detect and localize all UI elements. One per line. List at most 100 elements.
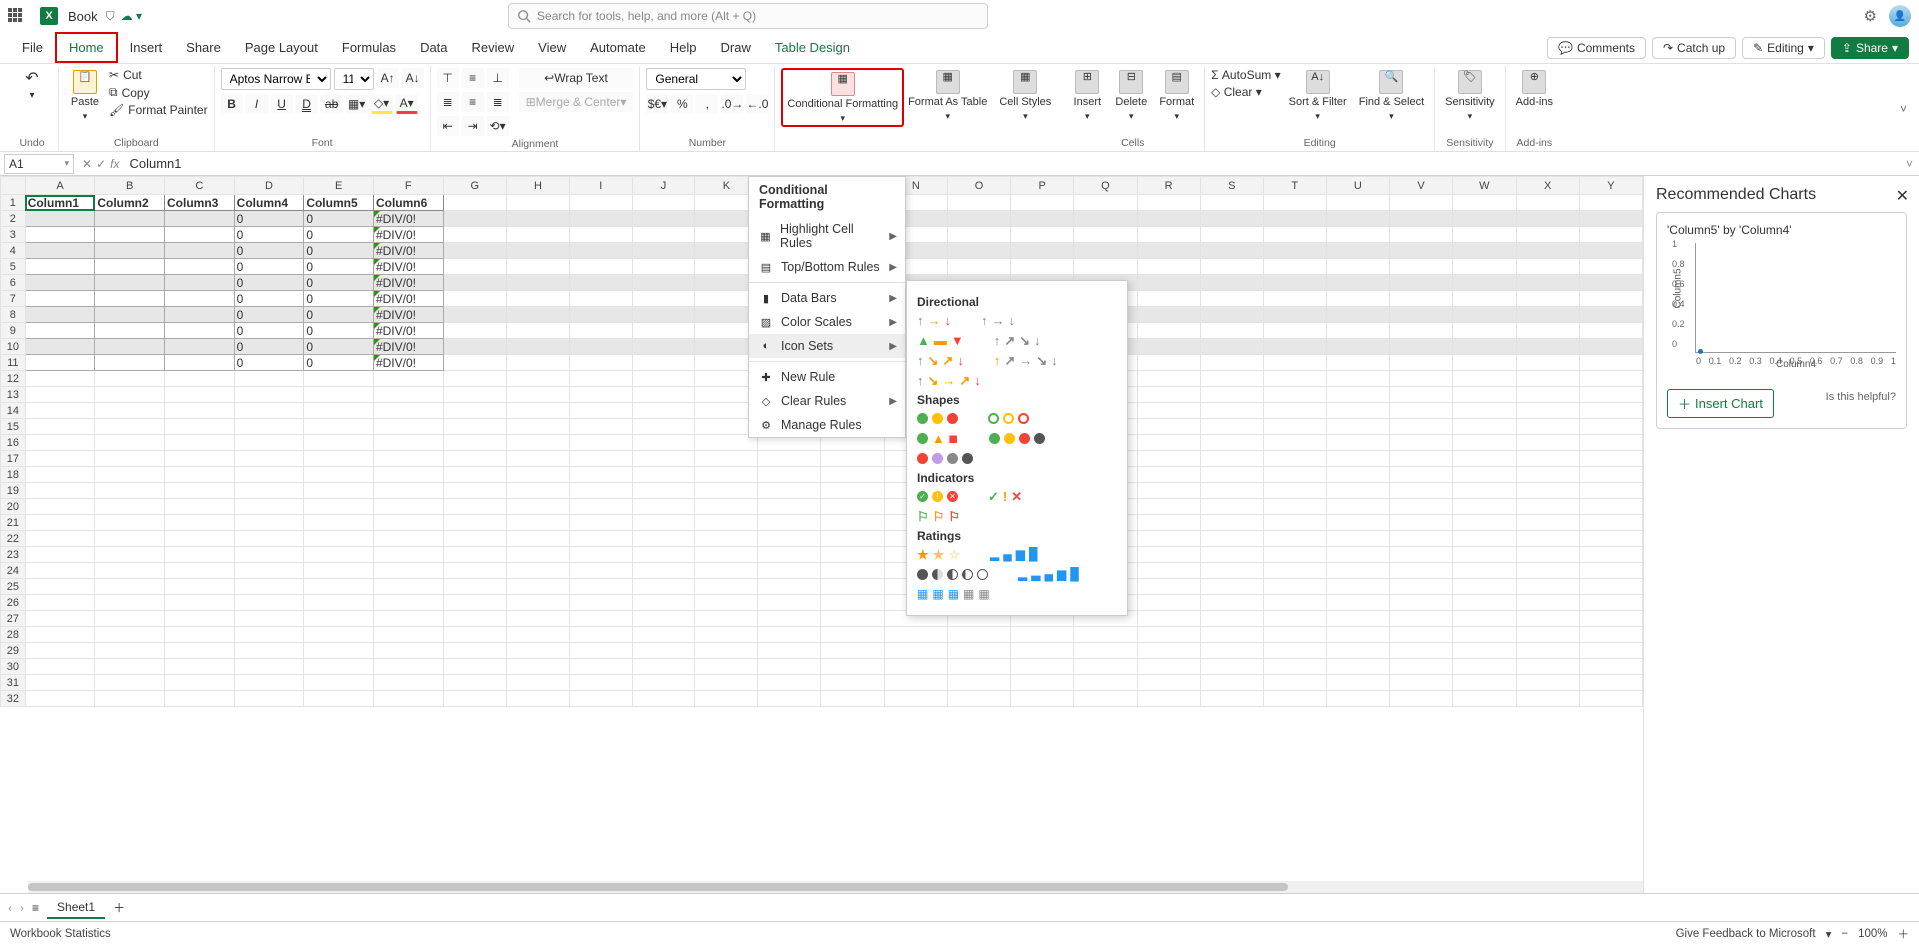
- catchup-button[interactable]: ↷ Catch up: [1652, 37, 1736, 59]
- cell[interactable]: [570, 627, 632, 643]
- cell[interactable]: [1389, 403, 1452, 419]
- cell[interactable]: [1579, 483, 1642, 499]
- iconset-option[interactable]: [988, 411, 1029, 425]
- cell[interactable]: [1200, 307, 1263, 323]
- cell[interactable]: [1263, 355, 1326, 371]
- feedback-link[interactable]: Give Feedback to Microsoft: [1676, 928, 1816, 940]
- comma-button[interactable]: ,: [696, 94, 718, 114]
- cell[interactable]: [570, 547, 632, 563]
- cell[interactable]: [1137, 227, 1200, 243]
- cell[interactable]: [1326, 291, 1389, 307]
- cell[interactable]: [234, 611, 304, 627]
- cell[interactable]: [570, 275, 632, 291]
- cf-menu-item[interactable]: ▨ Color Scales ▶: [749, 310, 905, 334]
- cell[interactable]: [25, 291, 95, 307]
- cell[interactable]: [1579, 595, 1642, 611]
- row-header[interactable]: 1: [1, 195, 26, 211]
- cell[interactable]: [1074, 691, 1137, 707]
- wrap-text-button[interactable]: ↩ Wrap Text: [519, 68, 634, 88]
- cell[interactable]: [1137, 243, 1200, 259]
- cell[interactable]: [234, 627, 304, 643]
- tab-automate[interactable]: Automate: [578, 34, 658, 61]
- cell[interactable]: 0: [234, 275, 304, 291]
- cell[interactable]: [165, 387, 235, 403]
- cell[interactable]: [234, 403, 304, 419]
- cell[interactable]: [234, 659, 304, 675]
- cell[interactable]: [443, 451, 506, 467]
- cell[interactable]: 0: [304, 259, 374, 275]
- cell[interactable]: [165, 675, 235, 691]
- cell[interactable]: [25, 467, 95, 483]
- cell[interactable]: 0: [304, 291, 374, 307]
- row-header[interactable]: 26: [1, 595, 26, 611]
- column-header[interactable]: I: [570, 177, 632, 195]
- cell[interactable]: [695, 659, 758, 675]
- cell[interactable]: [570, 451, 632, 467]
- cell[interactable]: [373, 643, 443, 659]
- cell[interactable]: [1389, 307, 1452, 323]
- cell[interactable]: [1200, 611, 1263, 627]
- cell[interactable]: [1074, 243, 1137, 259]
- cell[interactable]: [25, 355, 95, 371]
- cell[interactable]: [1516, 467, 1579, 483]
- cell[interactable]: [1579, 499, 1642, 515]
- cell[interactable]: [1200, 547, 1263, 563]
- cell[interactable]: [1137, 259, 1200, 275]
- row-header[interactable]: 13: [1, 387, 26, 403]
- cell[interactable]: [1137, 339, 1200, 355]
- row-header[interactable]: 3: [1, 227, 26, 243]
- cell[interactable]: [821, 595, 884, 611]
- cell[interactable]: [506, 323, 569, 339]
- cell[interactable]: [1200, 355, 1263, 371]
- cell[interactable]: [1074, 659, 1137, 675]
- increase-font-button[interactable]: A↑: [377, 68, 399, 88]
- cell[interactable]: [1200, 579, 1263, 595]
- zoom-out-icon[interactable]: −: [1841, 928, 1848, 940]
- cell[interactable]: [165, 371, 235, 387]
- cell[interactable]: 0: [234, 307, 304, 323]
- cell[interactable]: [1263, 243, 1326, 259]
- cell[interactable]: [570, 579, 632, 595]
- cell[interactable]: [1200, 675, 1263, 691]
- column-header[interactable]: J: [632, 177, 695, 195]
- cell[interactable]: [1579, 211, 1642, 227]
- cell[interactable]: [443, 435, 506, 451]
- tab-data[interactable]: Data: [408, 34, 459, 61]
- cell[interactable]: [25, 419, 95, 435]
- cell[interactable]: [1389, 659, 1452, 675]
- cell[interactable]: [758, 483, 821, 499]
- iconset-option[interactable]: ↑↘→↗↓: [917, 373, 981, 387]
- cell[interactable]: 0: [234, 243, 304, 259]
- cell[interactable]: [1326, 387, 1389, 403]
- row-header[interactable]: 9: [1, 323, 26, 339]
- cell[interactable]: [443, 483, 506, 499]
- row-header[interactable]: 19: [1, 483, 26, 499]
- cell[interactable]: [1074, 195, 1137, 211]
- cell[interactable]: [632, 323, 695, 339]
- column-header[interactable]: F: [373, 177, 443, 195]
- cell[interactable]: [1389, 323, 1452, 339]
- cell[interactable]: [165, 451, 235, 467]
- cell[interactable]: [234, 691, 304, 707]
- cell[interactable]: [1516, 531, 1579, 547]
- cell[interactable]: [443, 419, 506, 435]
- cell[interactable]: [506, 627, 569, 643]
- cell[interactable]: [1137, 659, 1200, 675]
- cell[interactable]: [1011, 643, 1074, 659]
- cell[interactable]: [1137, 403, 1200, 419]
- close-panel-icon[interactable]: ✕: [1896, 186, 1909, 206]
- cell[interactable]: [1389, 259, 1452, 275]
- cell[interactable]: [1263, 547, 1326, 563]
- decrease-decimal-button[interactable]: ←.0: [746, 94, 768, 114]
- iconset-option[interactable]: ★★☆: [917, 547, 960, 561]
- cell[interactable]: Column5: [304, 195, 374, 211]
- cell[interactable]: [947, 211, 1010, 227]
- cell[interactable]: [1326, 563, 1389, 579]
- cell[interactable]: [304, 403, 374, 419]
- cell[interactable]: [1579, 275, 1642, 291]
- currency-button[interactable]: $€▾: [646, 94, 668, 114]
- cell[interactable]: [304, 547, 374, 563]
- cell[interactable]: [1263, 195, 1326, 211]
- cell[interactable]: [506, 339, 569, 355]
- cell[interactable]: [632, 387, 695, 403]
